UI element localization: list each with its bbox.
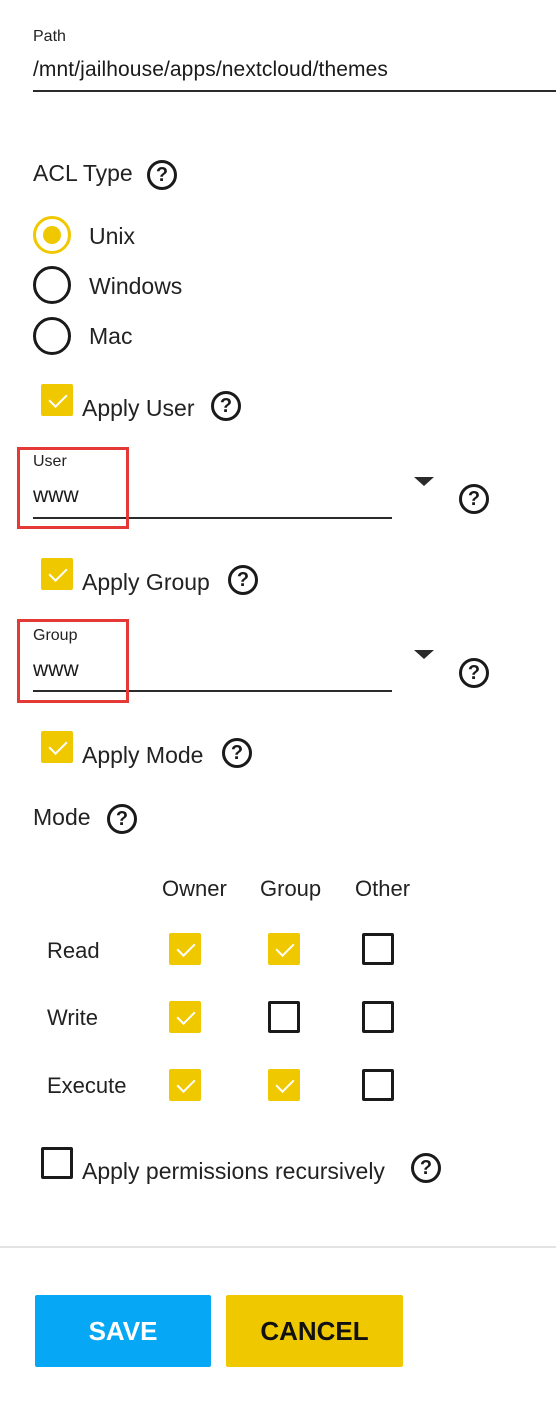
user-highlight-box: [17, 447, 129, 529]
recursive-help-icon[interactable]: ?: [411, 1153, 441, 1183]
acl-radio-windows[interactable]: [33, 266, 71, 304]
apply-user-label: Apply User: [82, 395, 195, 421]
mode-header-owner: Owner: [162, 876, 227, 901]
mode-header-other: Other: [355, 876, 411, 901]
acl-option-mac-label: Mac: [89, 323, 133, 349]
apply-mode-checkbox[interactable]: [41, 731, 73, 763]
mode-row-read-label: Read: [47, 938, 100, 963]
write-owner-checkbox[interactable]: [169, 1001, 201, 1033]
apply-group-checkbox[interactable]: [41, 558, 73, 590]
execute-group-checkbox[interactable]: [268, 1069, 300, 1101]
mode-help-icon[interactable]: ?: [107, 804, 137, 834]
write-group-checkbox[interactable]: [268, 1001, 300, 1033]
path-input[interactable]: /mnt/jailhouse/apps/nextcloud/themes: [33, 58, 388, 82]
acl-option-unix-label: Unix: [89, 223, 136, 249]
apply-group-label: Apply Group: [82, 569, 210, 595]
write-other-checkbox[interactable]: [362, 1001, 394, 1033]
acl-radio-mac[interactable]: [33, 317, 71, 355]
group-highlight-box: [17, 619, 129, 703]
cancel-button[interactable]: CANCEL: [226, 1295, 403, 1367]
read-group-checkbox[interactable]: [268, 933, 300, 965]
mode-row-execute-label: Execute: [47, 1073, 127, 1098]
read-other-checkbox[interactable]: [362, 933, 394, 965]
execute-owner-checkbox[interactable]: [169, 1069, 201, 1101]
caret-down-icon[interactable]: [414, 477, 434, 486]
path-underline: [33, 90, 556, 92]
acl-type-label: ACL Type: [33, 160, 133, 186]
recursive-checkbox[interactable]: [41, 1147, 73, 1179]
mode-header-group: Group: [260, 876, 322, 901]
path-label: Path: [33, 28, 66, 45]
mode-row-write-label: Write: [47, 1005, 98, 1030]
apply-user-help-icon[interactable]: ?: [211, 391, 241, 421]
acl-option-windows-label: Windows: [89, 273, 183, 299]
read-owner-checkbox[interactable]: [169, 933, 201, 965]
apply-mode-help-icon[interactable]: ?: [222, 738, 252, 768]
group-help-icon[interactable]: ?: [459, 658, 489, 688]
acl-radio-unix[interactable]: [33, 216, 71, 254]
execute-other-checkbox[interactable]: [362, 1069, 394, 1101]
mode-label: Mode: [33, 804, 91, 830]
apply-mode-label: Apply Mode: [82, 742, 204, 768]
footer-divider: [0, 1246, 556, 1248]
caret-down-icon[interactable]: [414, 650, 434, 659]
acl-type-help-icon[interactable]: ?: [147, 160, 177, 190]
apply-user-checkbox[interactable]: [41, 384, 73, 416]
recursive-label: Apply permissions recursively: [82, 1158, 385, 1184]
user-help-icon[interactable]: ?: [459, 484, 489, 514]
apply-group-help-icon[interactable]: ?: [228, 565, 258, 595]
save-button[interactable]: SAVE: [35, 1295, 211, 1367]
